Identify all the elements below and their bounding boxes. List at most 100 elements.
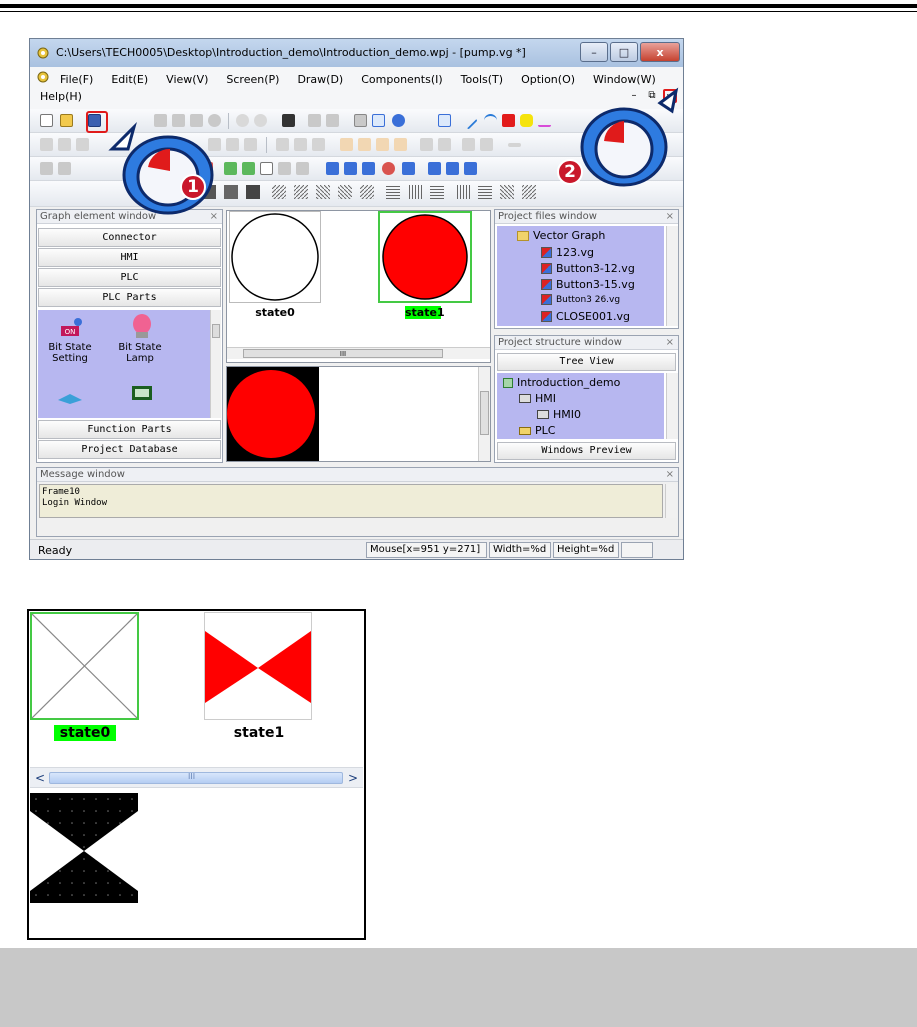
- slider-part-icon[interactable]: [56, 390, 84, 406]
- align-middle-icon[interactable]: [244, 138, 257, 151]
- new-file-icon[interactable]: [40, 114, 53, 127]
- plc-parts-button[interactable]: PLC Parts: [38, 288, 221, 307]
- maximize-button[interactable]: □: [610, 42, 638, 62]
- preview-hscrollbar[interactable]: < III >: [30, 767, 363, 788]
- function-parts-button[interactable]: Function Parts: [38, 420, 221, 439]
- scroll-left-arrow[interactable]: <: [32, 770, 48, 786]
- window-screen-icon[interactable]: [58, 162, 71, 175]
- table-icon[interactable]: [278, 162, 291, 175]
- image-library-icon[interactable]: [242, 162, 255, 175]
- menu-tools[interactable]: Tools(T): [461, 73, 503, 86]
- state0-frame[interactable]: [229, 211, 321, 303]
- menu-window[interactable]: Window(W): [593, 73, 656, 86]
- simulate-offline-icon[interactable]: [402, 162, 415, 175]
- project-settings-icon[interactable]: [464, 162, 477, 175]
- upload-icon[interactable]: [344, 162, 357, 175]
- font-icon[interactable]: [296, 162, 309, 175]
- ungroup-icon[interactable]: [438, 138, 451, 151]
- move-up-icon[interactable]: [376, 138, 389, 151]
- align-left-icon[interactable]: [40, 138, 53, 151]
- windows-preview-button[interactable]: Windows Preview: [497, 442, 676, 460]
- close-icon[interactable]: ×: [666, 336, 674, 350]
- numeric-display-icon[interactable]: [130, 382, 154, 406]
- arc-tool-icon[interactable]: [484, 114, 497, 127]
- window-list-icon[interactable]: [446, 162, 459, 175]
- align-right-icon[interactable]: [58, 138, 71, 151]
- tree-node-hmi[interactable]: HMI: [519, 392, 556, 405]
- bit-state-lamp-icon[interactable]: [130, 312, 154, 340]
- scroll-right-arrow[interactable]: >: [345, 770, 361, 786]
- print-icon[interactable]: [326, 114, 339, 127]
- align-center-icon[interactable]: [226, 138, 239, 151]
- send-back-icon[interactable]: [358, 138, 371, 151]
- close-icon[interactable]: ×: [666, 210, 674, 224]
- state1-frame[interactable]: [378, 211, 472, 303]
- open-folder-icon[interactable]: [60, 114, 73, 127]
- tree-node-vector-graph[interactable]: Vector Graph: [517, 229, 605, 242]
- preview-canvas[interactable]: [226, 366, 491, 462]
- space-vertical-icon[interactable]: [480, 138, 493, 151]
- menu-edit[interactable]: Edit(E): [111, 73, 148, 86]
- polyline-tool-icon[interactable]: [538, 114, 551, 127]
- tree-node-hmi0[interactable]: HMI0: [537, 408, 581, 421]
- tree-file-close001[interactable]: CLOSE001.vg: [541, 310, 630, 323]
- scroll-thumb[interactable]: [212, 324, 220, 338]
- rectangle-tool-icon[interactable]: [502, 114, 515, 127]
- vector-graph-canvas[interactable]: state0 state1 III: [226, 210, 491, 363]
- compile-icon[interactable]: [362, 162, 375, 175]
- tree-view-button[interactable]: Tree View: [497, 353, 676, 371]
- canvas-hscroll-thumb[interactable]: III: [243, 349, 443, 358]
- group-icon[interactable]: [420, 138, 433, 151]
- close-icon[interactable]: ×: [666, 468, 674, 482]
- select-arrow-icon[interactable]: [438, 114, 451, 127]
- undo-icon[interactable]: [236, 114, 249, 127]
- tree-file-button3-12[interactable]: Button3-12.vg: [541, 262, 635, 275]
- menu-option[interactable]: Option(O): [521, 73, 575, 86]
- preview-vscroll-thumb[interactable]: [480, 391, 489, 435]
- message-scrollbar[interactable]: [665, 484, 677, 518]
- preview-scroll-thumb[interactable]: III: [49, 772, 343, 784]
- menu-view[interactable]: View(V): [166, 73, 208, 86]
- grid-icon[interactable]: [354, 114, 367, 127]
- canvas-hscrollbar[interactable]: III: [227, 347, 490, 359]
- menu-screen[interactable]: Screen(P): [226, 73, 279, 86]
- redo-icon[interactable]: [254, 114, 267, 127]
- picture-icon[interactable]: [224, 162, 237, 175]
- title-bar[interactable]: C:\Users\TECH0005\Desktop\Introduction_d…: [30, 39, 683, 67]
- find-binoculars-icon[interactable]: [282, 114, 295, 127]
- bring-front-icon[interactable]: [340, 138, 353, 151]
- preview-state0-frame[interactable]: [30, 612, 139, 720]
- screen-icon[interactable]: [40, 162, 53, 175]
- menu-components[interactable]: Components(I): [361, 73, 442, 86]
- tree-node-introduction-demo[interactable]: Introduction_demo: [503, 376, 620, 389]
- gallery-scrollbar[interactable]: [210, 310, 221, 418]
- hmi-button[interactable]: HMI: [38, 248, 221, 267]
- same-size-icon[interactable]: [312, 138, 325, 151]
- rounded-rect-tool-icon[interactable]: [520, 114, 533, 127]
- tree-file-button3-26[interactable]: Button3 26.vg: [541, 294, 620, 305]
- project-database-button[interactable]: Project Database: [38, 440, 221, 459]
- minimize-button[interactable]: –: [580, 42, 608, 62]
- plc-button[interactable]: PLC: [38, 268, 221, 287]
- bit-state-setting-icon[interactable]: ON: [58, 314, 84, 340]
- snap-icon[interactable]: [372, 114, 385, 127]
- download-icon[interactable]: [326, 162, 339, 175]
- same-width-icon[interactable]: [276, 138, 289, 151]
- move-down-icon[interactable]: [394, 138, 407, 151]
- project-files-scrollbar[interactable]: [666, 226, 678, 326]
- menu-draw[interactable]: Draw(D): [297, 73, 343, 86]
- menu-file[interactable]: File(F): [60, 73, 93, 86]
- preview-vscrollbar[interactable]: [478, 367, 490, 461]
- help-icon[interactable]: [392, 114, 405, 127]
- preview-state1-frame[interactable]: [204, 612, 312, 720]
- screen-list-icon[interactable]: [428, 162, 441, 175]
- menu-help[interactable]: Help(H): [40, 90, 82, 103]
- line-width-icon[interactable]: [508, 143, 521, 147]
- project-structure-scrollbar[interactable]: [666, 373, 678, 439]
- text-icon[interactable]: [260, 162, 273, 175]
- tree-file-button3-15[interactable]: Button3-15.vg: [541, 278, 635, 291]
- line-tool-icon[interactable]: [459, 111, 478, 130]
- align-top-icon[interactable]: [76, 138, 89, 151]
- tree-file-123[interactable]: 123.vg: [541, 246, 594, 259]
- space-horizontal-icon[interactable]: [462, 138, 475, 151]
